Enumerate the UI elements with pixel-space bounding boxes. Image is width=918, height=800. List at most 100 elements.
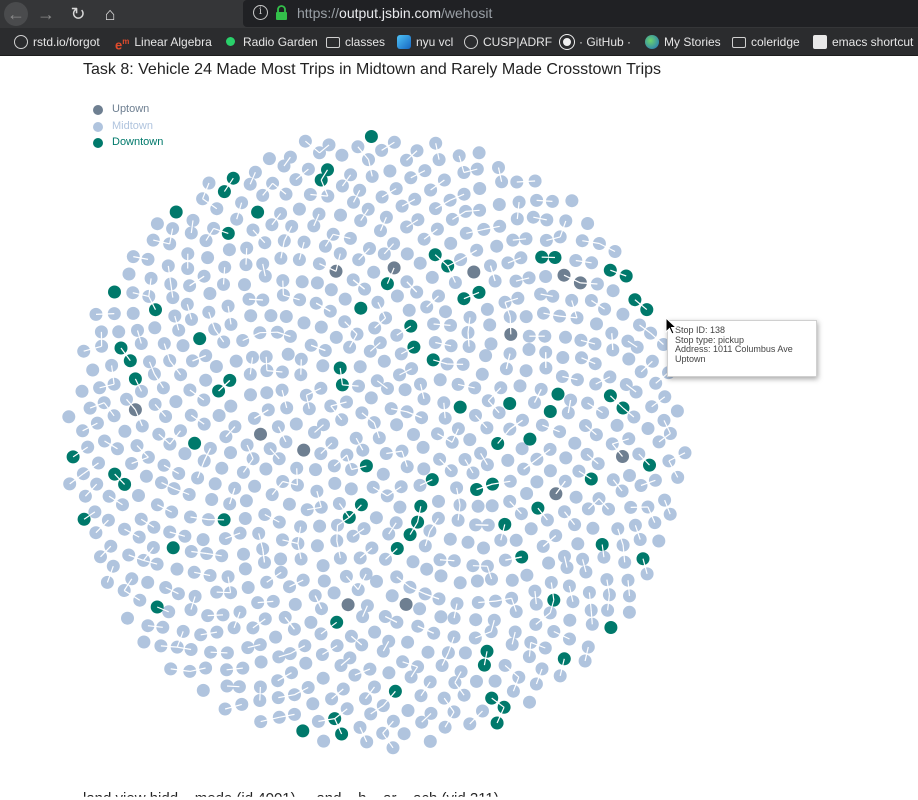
stop-node[interactable] — [417, 462, 431, 476]
stop-node[interactable] — [357, 522, 371, 536]
stop-node[interactable] — [479, 349, 493, 363]
stop-node[interactable] — [344, 482, 358, 496]
stop-node[interactable] — [571, 537, 585, 551]
stop-node[interactable] — [543, 405, 557, 418]
stop-node[interactable] — [439, 305, 452, 319]
stop-node[interactable] — [310, 276, 324, 290]
stop-node[interactable] — [224, 446, 237, 460]
stop-node[interactable] — [262, 152, 276, 166]
bookmark-my-stories[interactable]: My Stories — [645, 34, 721, 50]
stop-node[interactable] — [383, 164, 397, 178]
stop-node[interactable] — [425, 270, 439, 284]
stop-node[interactable] — [170, 562, 184, 576]
stop-node[interactable] — [112, 325, 126, 339]
forward-arrow-icon[interactable]: → — [34, 2, 58, 26]
address-bar[interactable]: i https://output.jsbin.com/wehosit — [243, 0, 918, 27]
stop-node[interactable] — [150, 217, 164, 231]
stop-node[interactable] — [616, 307, 630, 321]
stop-node[interactable] — [551, 387, 565, 401]
stop-node[interactable] — [432, 153, 446, 167]
stop-node[interactable] — [196, 683, 210, 697]
stop-node[interactable] — [169, 395, 183, 409]
url-text[interactable]: https://output.jsbin.com/wehosit — [297, 5, 492, 21]
stop-node[interactable] — [118, 424, 132, 438]
stop-node[interactable] — [193, 332, 207, 346]
stop-node[interactable] — [523, 695, 536, 709]
stop-node[interactable] — [274, 552, 288, 566]
stop-node[interactable] — [488, 674, 502, 688]
stop-node[interactable] — [282, 497, 296, 511]
stop-node[interactable] — [237, 547, 250, 561]
stop-node[interactable] — [180, 297, 194, 311]
stop-node[interactable] — [530, 475, 544, 489]
stop-node[interactable] — [413, 602, 427, 616]
stop-node[interactable] — [492, 198, 506, 211]
stop-node[interactable] — [480, 302, 494, 316]
stop-node[interactable] — [259, 462, 273, 476]
stop-node[interactable] — [469, 613, 483, 627]
stop-node[interactable] — [569, 490, 583, 504]
stop-node[interactable] — [229, 354, 243, 368]
stop-node[interactable] — [323, 304, 337, 318]
stop-node[interactable] — [122, 267, 136, 281]
stop-node[interactable] — [463, 433, 477, 447]
stop-node[interactable] — [393, 500, 407, 514]
stop-node[interactable] — [309, 463, 322, 477]
stop-node[interactable] — [364, 130, 378, 143]
stop-node[interactable] — [539, 270, 553, 283]
stop-node[interactable] — [520, 568, 534, 582]
stop-node[interactable] — [86, 363, 100, 377]
bookmark-rstd[interactable]: rstd.io/forgot — [14, 34, 100, 50]
stop-node[interactable] — [289, 417, 303, 431]
stop-node[interactable] — [169, 205, 183, 219]
stop-node[interactable] — [353, 360, 367, 374]
stop-node[interactable] — [524, 522, 538, 536]
stop-node[interactable] — [269, 630, 283, 644]
stop-node[interactable] — [390, 418, 404, 432]
stop-node[interactable] — [203, 287, 217, 300]
stop-node[interactable] — [304, 615, 318, 629]
stop-node[interactable] — [467, 265, 481, 279]
bookmark-coleridge[interactable]: coleridge — [732, 34, 800, 50]
stop-node[interactable] — [75, 384, 89, 398]
bookmark-cusp-adrf[interactable]: CUSP|ADRF — [464, 34, 552, 50]
stop-node[interactable] — [295, 275, 309, 289]
stop-node[interactable] — [610, 418, 624, 432]
stop-node[interactable] — [485, 499, 499, 513]
stop-node[interactable] — [433, 373, 447, 387]
stop-node[interactable] — [297, 316, 311, 330]
stop-node[interactable] — [522, 343, 536, 356]
stop-node[interactable] — [416, 440, 430, 454]
stop-node[interactable] — [371, 295, 385, 309]
stop-node[interactable] — [413, 256, 427, 270]
stop-node[interactable] — [556, 351, 570, 364]
back-arrow-icon[interactable]: ← — [4, 2, 28, 26]
stop-node[interactable] — [370, 574, 383, 588]
stop-node[interactable] — [317, 574, 331, 588]
stop-node[interactable] — [475, 367, 489, 381]
stop-node[interactable] — [511, 291, 525, 305]
stop-node[interactable] — [354, 301, 368, 315]
stop-node[interactable] — [397, 727, 411, 741]
stop-node[interactable] — [212, 409, 226, 422]
stop-node[interactable] — [382, 666, 396, 680]
stop-node[interactable] — [434, 610, 448, 624]
stop-node[interactable] — [434, 569, 448, 583]
stop-node[interactable] — [473, 182, 487, 195]
stop-node[interactable] — [542, 556, 556, 570]
stop-node[interactable] — [299, 656, 313, 670]
stop-node[interactable] — [398, 383, 412, 397]
stop-node[interactable] — [233, 526, 247, 540]
stop-node[interactable] — [581, 217, 595, 230]
stop-node[interactable] — [444, 236, 458, 250]
stop-node[interactable] — [623, 469, 636, 482]
stop-node[interactable] — [209, 360, 223, 373]
stop-node[interactable] — [248, 479, 262, 493]
stop-node[interactable] — [341, 598, 355, 612]
stop-node[interactable] — [62, 410, 76, 424]
stop-node[interactable] — [254, 427, 267, 441]
stop-node[interactable] — [586, 521, 600, 535]
stop-node[interactable] — [402, 303, 416, 317]
stop-node[interactable] — [141, 575, 155, 589]
stop-node[interactable] — [334, 208, 347, 222]
